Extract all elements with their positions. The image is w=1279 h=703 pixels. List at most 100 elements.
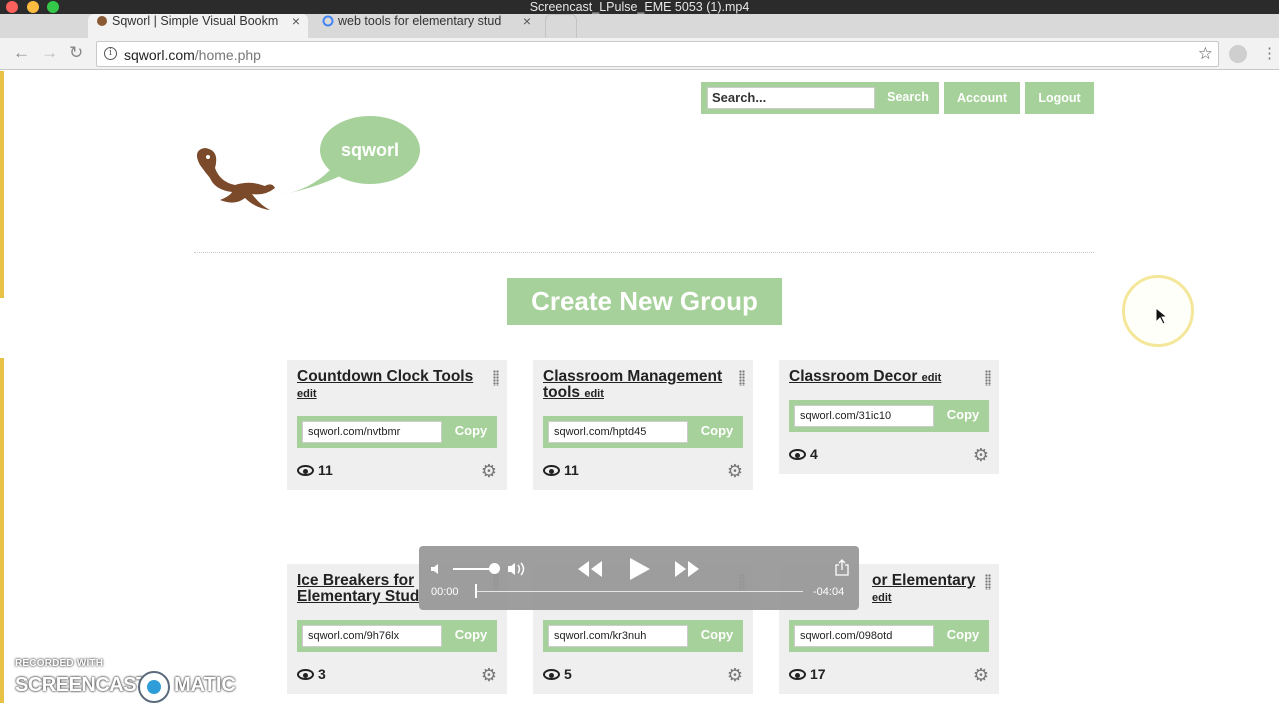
search-bar: Search... Search [701, 82, 939, 114]
eye-icon [789, 669, 806, 680]
reload-icon[interactable]: ↻ [69, 43, 83, 63]
tab-label: Sqworl | Simple Visual Bookm [112, 14, 279, 28]
eye-icon [297, 669, 314, 680]
share-url-field[interactable]: sqworl.com/nvtbmr [302, 421, 442, 443]
group-card: Classroom Management tools edit sqworl.c… [533, 360, 753, 490]
close-tab-icon[interactable]: × [523, 14, 531, 28]
rewind-icon[interactable] [577, 560, 603, 578]
copy-button[interactable]: Copy [937, 400, 989, 432]
copy-button[interactable]: Copy [445, 620, 497, 652]
copy-button[interactable]: Copy [691, 416, 743, 448]
share-link-box: sqworl.com/098otd Copy [789, 620, 989, 652]
extension-icon[interactable] [1229, 45, 1247, 63]
share-url-field[interactable]: sqworl.com/31ic10 [794, 405, 934, 427]
eye-icon [543, 465, 560, 476]
logout-button[interactable]: Logout [1025, 82, 1094, 114]
forward-icon[interactable]: → [41, 43, 58, 63]
tab-strip: Sqworl | Simple Visual Bookm × web tools… [0, 14, 1279, 38]
menu-dots-icon[interactable]: ⋮ [1262, 44, 1277, 62]
gear-icon[interactable]: ⚙ [727, 665, 743, 686]
max-volume-icon[interactable] [507, 561, 527, 577]
share-icon[interactable] [835, 559, 849, 576]
window-title-bar: Screencast_LPulse_EME 5053 (1).mp4 [0, 0, 1279, 14]
gear-icon[interactable]: ⚙ [481, 461, 497, 482]
share-url-field[interactable]: sqworl.com/hptd45 [548, 421, 688, 443]
share-link-box: sqworl.com/9h76lx Copy [297, 620, 497, 652]
back-icon[interactable]: ← [13, 43, 30, 63]
play-icon[interactable] [629, 557, 651, 581]
create-new-group-button[interactable]: Create New Group [507, 278, 782, 325]
group-title-link[interactable]: or Elementary [872, 572, 975, 589]
share-link-box: sqworl.com/hptd45 Copy [543, 416, 743, 448]
copy-button[interactable]: Copy [937, 620, 989, 652]
tab-google-search[interactable]: web tools for elementary stud × [314, 14, 539, 38]
group-title-link[interactable]: Classroom Management tools [543, 368, 722, 401]
group-card: Countdown Clock Tools edit sqworl.com/nvt… [287, 360, 507, 490]
account-button[interactable]: Account [944, 82, 1020, 114]
view-count: 11 [297, 462, 333, 478]
address-bar[interactable]: i sqworl.com/home.php ☆ [96, 41, 1219, 67]
view-count-value: 11 [318, 462, 333, 478]
video-player-controls: 00:00 -04:04 [419, 546, 859, 610]
fast-forward-icon[interactable] [674, 560, 700, 578]
view-count: 5 [543, 666, 572, 682]
site-info-icon[interactable]: i [104, 47, 117, 60]
tab-sqworl[interactable]: Sqworl | Simple Visual Bookm × [88, 14, 308, 38]
mute-volume-icon[interactable] [430, 562, 444, 576]
screencast-o-matic-logo-icon [138, 671, 170, 703]
address-url: sqworl.com/home.php [124, 47, 261, 63]
search-input[interactable]: Search... [707, 87, 875, 109]
elapsed-time: 00:00 [431, 586, 459, 598]
left-edge-gap [0, 298, 4, 358]
drag-handle-icon[interactable] [493, 370, 499, 386]
new-tab-button[interactable] [545, 14, 577, 38]
copy-button[interactable]: Copy [691, 620, 743, 652]
logo-text: sqworl [341, 140, 399, 160]
eye-icon [789, 449, 806, 460]
share-link-box: sqworl.com/kr3nuh Copy [543, 620, 743, 652]
remaining-time: -04:04 [813, 586, 845, 598]
gear-icon[interactable]: ⚙ [973, 665, 989, 686]
edit-group-link[interactable]: edit [872, 592, 892, 604]
edit-group-link[interactable]: edit [297, 388, 317, 400]
sqworl-favicon-icon [97, 16, 107, 26]
view-count-value: 4 [810, 446, 818, 462]
group-card: Classroom Decor edit sqworl.com/31ic10 C… [779, 360, 999, 474]
group-title-link[interactable]: Ice Breakers for Elementary Stud [297, 572, 419, 605]
group-title-link[interactable]: Classroom Decor [789, 368, 917, 385]
sqworl-logo[interactable]: sqworl [190, 110, 425, 215]
header-divider [194, 252, 1094, 253]
watermark-screencast: SCREENCAST [15, 674, 148, 696]
share-url-field[interactable]: sqworl.com/kr3nuh [548, 625, 688, 647]
view-count: 11 [543, 462, 579, 478]
drag-handle-icon[interactable] [985, 370, 991, 386]
edit-group-link[interactable]: edit [922, 372, 942, 384]
search-button[interactable]: Search [877, 82, 939, 114]
gear-icon[interactable]: ⚙ [727, 461, 743, 482]
volume-slider-knob[interactable] [489, 563, 500, 574]
drag-handle-icon[interactable] [985, 574, 991, 590]
group-title-link[interactable]: Countdown Clock Tools [297, 368, 473, 385]
tab-label: web tools for elementary stud [338, 14, 502, 28]
mouse-cursor-icon [1155, 307, 1167, 325]
view-count-value: 11 [564, 462, 579, 478]
view-count: 17 [789, 666, 826, 682]
drag-handle-icon[interactable] [739, 370, 745, 386]
view-count-value: 5 [564, 666, 572, 682]
copy-button[interactable]: Copy [445, 416, 497, 448]
progress-playhead[interactable] [475, 584, 477, 598]
share-link-box: sqworl.com/nvtbmr Copy [297, 416, 497, 448]
eye-icon [297, 465, 314, 476]
bookmark-star-icon[interactable]: ☆ [1198, 44, 1213, 64]
gear-icon[interactable]: ⚙ [973, 445, 989, 466]
gear-icon[interactable]: ⚙ [481, 665, 497, 686]
close-tab-icon[interactable]: × [292, 14, 300, 28]
progress-track[interactable] [475, 591, 803, 592]
edit-group-link[interactable]: edit [584, 388, 604, 400]
eye-icon [543, 669, 560, 680]
left-edge-stripe [0, 71, 4, 703]
window-title: Screencast_LPulse_EME 5053 (1).mp4 [529, 0, 750, 14]
share-url-field[interactable]: sqworl.com/098otd [794, 625, 934, 647]
watermark-recorded-with: RECORDED WITH [15, 658, 104, 669]
share-url-field[interactable]: sqworl.com/9h76lx [302, 625, 442, 647]
